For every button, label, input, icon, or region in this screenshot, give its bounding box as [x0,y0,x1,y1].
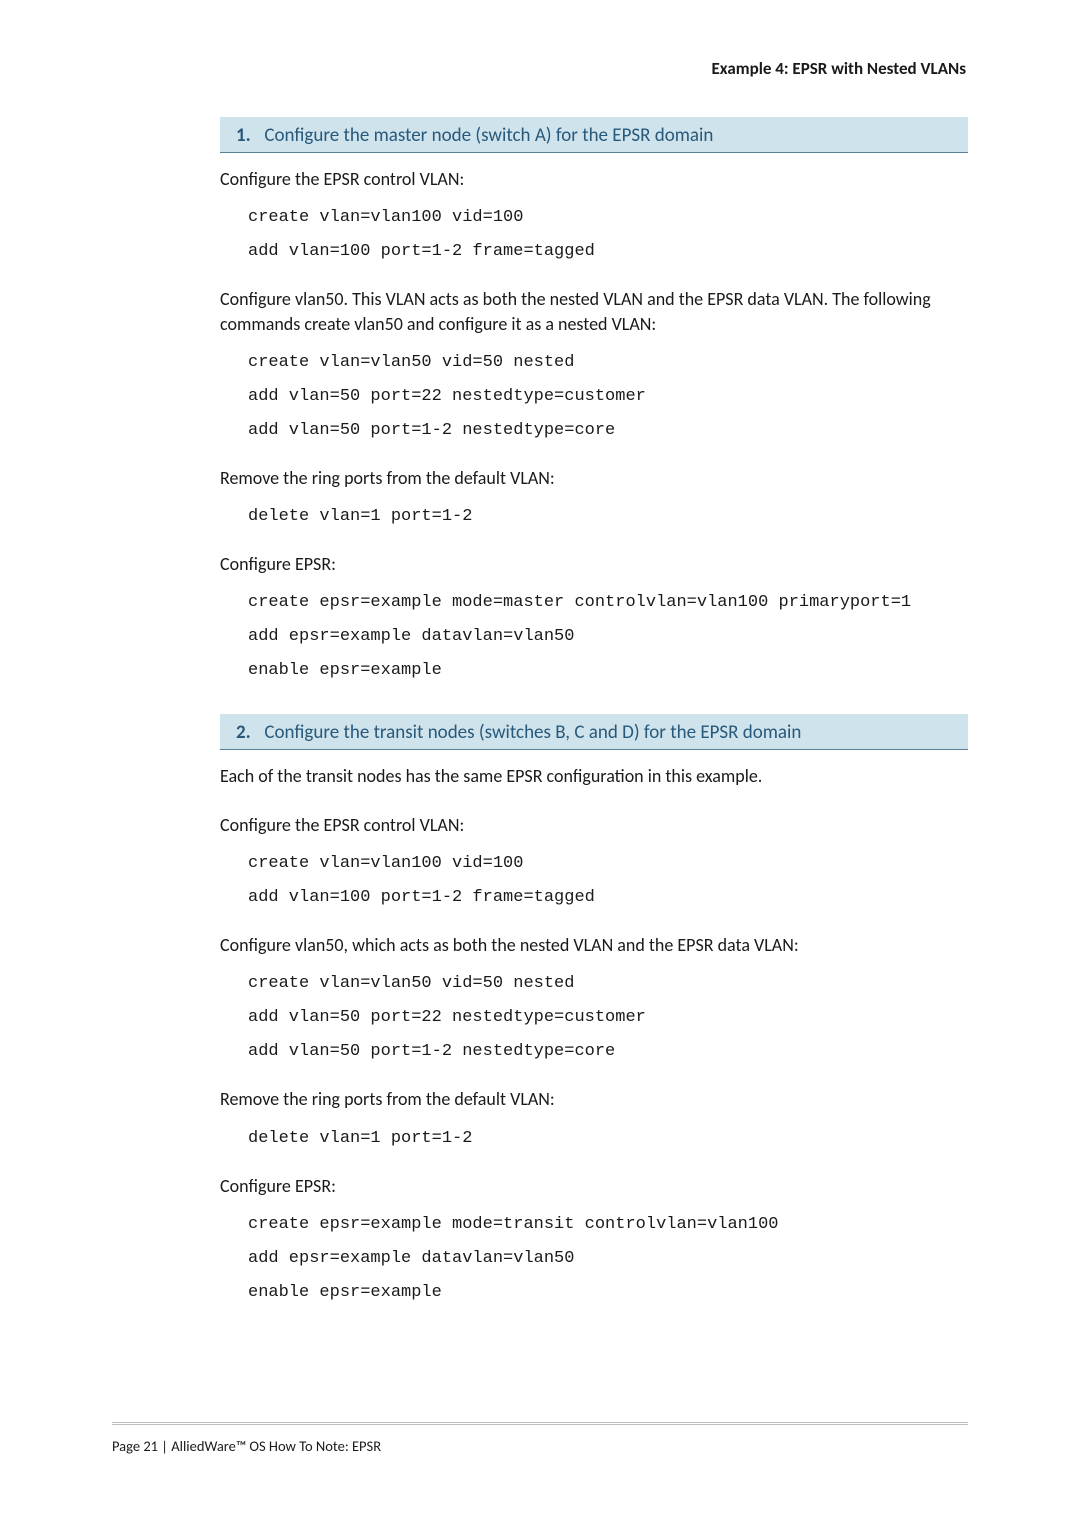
page: Example 4: EPSR with Nested VLANs 1. Con… [0,0,1080,1310]
code-line: add vlan=50 port=1-2 nestedtype=core [248,1035,968,1069]
code-line: add vlan=100 port=1-2 frame=tagged [248,881,968,915]
code-line: add vlan=50 port=22 nestedtype=customer [248,380,968,414]
paragraph: Remove the ring ports from the default V… [220,466,968,490]
paragraph: Configure vlan50, which acts as both the… [220,933,968,957]
code-block: create vlan=vlan100 vid=100 add vlan=100… [248,201,968,269]
page-header: Example 4: EPSR with Nested VLANs [112,58,968,79]
step-number: 2. [236,721,251,744]
paragraph: Each of the transit nodes has the same E… [220,764,968,788]
paragraph: Configure EPSR: [220,552,968,576]
step-number: 1. [236,124,251,147]
code-line: add epsr=example datavlan=vlan50 [248,620,968,654]
code-block: delete vlan=1 port=1-2 [248,1122,968,1156]
page-footer: Page 21 | AlliedWare™ OS How To Note: EP… [112,1422,968,1455]
code-block: create vlan=vlan50 vid=50 nested add vla… [248,967,968,1069]
code-block: create vlan=vlan50 vid=50 nested add vla… [248,346,968,448]
code-line: delete vlan=1 port=1-2 [248,500,968,534]
code-line: delete vlan=1 port=1-2 [248,1122,968,1156]
step-heading-2: 2. Configure the transit nodes (switches… [220,714,968,750]
paragraph: Configure EPSR: [220,1174,968,1198]
step-title: Configure the master node (switch A) for… [264,124,713,147]
paragraph: Configure vlan50. This VLAN acts as both… [220,287,968,336]
code-block: delete vlan=1 port=1-2 [248,500,968,534]
footer-rule [112,1422,968,1425]
code-line: create vlan=vlan100 vid=100 [248,201,968,235]
code-line: enable epsr=example [248,654,968,688]
code-line: create vlan=vlan50 vid=50 nested [248,346,968,380]
code-line: create vlan=vlan50 vid=50 nested [248,967,968,1001]
code-line: create epsr=example mode=master controlv… [248,586,968,620]
code-block: create vlan=vlan100 vid=100 add vlan=100… [248,847,968,915]
code-line: enable epsr=example [248,1276,968,1310]
code-block: create epsr=example mode=transit control… [248,1208,968,1310]
code-line: add vlan=50 port=22 nestedtype=customer [248,1001,968,1035]
step-heading-1: 1. Configure the master node (switch A) … [220,117,968,153]
paragraph: Configure the EPSR control VLAN: [220,813,968,837]
code-line: add vlan=100 port=1-2 frame=tagged [248,235,968,269]
code-line: add vlan=50 port=1-2 nestedtype=core [248,414,968,448]
paragraph: Configure the EPSR control VLAN: [220,167,968,191]
paragraph: Remove the ring ports from the default V… [220,1087,968,1111]
code-block: create epsr=example mode=master controlv… [248,586,968,688]
step-2-content: Each of the transit nodes has the same E… [220,764,968,1309]
footer-text: Page 21 | AlliedWare™ OS How To Note: EP… [112,1437,968,1455]
code-line: add epsr=example datavlan=vlan50 [248,1242,968,1276]
step-title: Configure the transit nodes (switches B,… [264,721,801,744]
step-1-content: Configure the EPSR control VLAN: create … [220,167,968,688]
code-line: create epsr=example mode=transit control… [248,1208,968,1242]
code-line: create vlan=vlan100 vid=100 [248,847,968,881]
